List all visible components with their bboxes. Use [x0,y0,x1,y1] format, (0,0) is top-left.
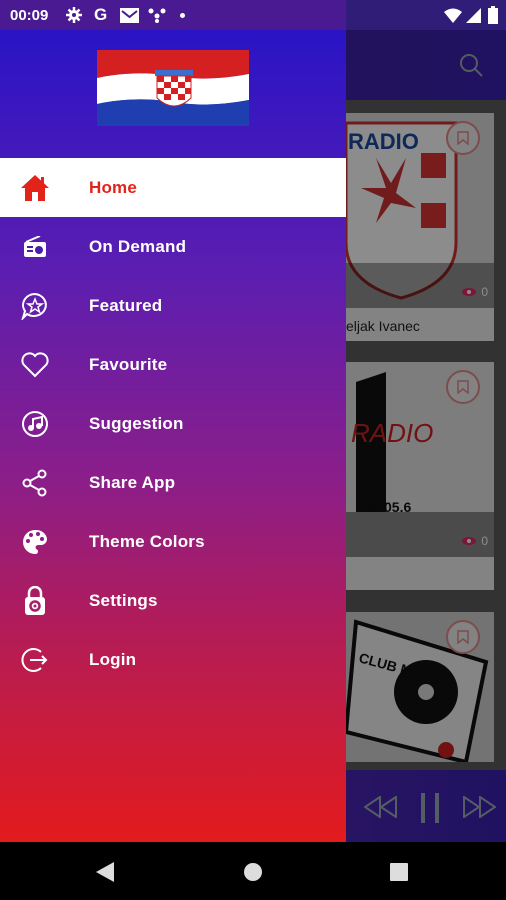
drawer-item-label: Home [89,177,138,197]
drawer-item-label: Featured [89,295,163,315]
drawer-item-settings[interactable]: Settings [0,571,346,630]
gear-lock-icon [20,585,50,616]
recents-icon[interactable] [390,863,408,881]
drawer-item-share-app[interactable]: Share App [0,453,346,512]
star-chat-icon [20,291,50,321]
palette-icon [20,527,50,557]
battery-icon [488,6,498,24]
system-navigation-bar [0,842,506,900]
drawer-item-label: On Demand [89,236,187,256]
music-note-icon [20,409,50,439]
drawer-item-label: Settings [89,590,158,610]
status-bar-right [346,0,506,30]
share-icon [20,468,50,498]
croatian-flag-logo [97,50,249,126]
back-icon[interactable] [96,862,114,882]
drawer-item-featured[interactable]: Featured [0,276,346,335]
drawer-item-label: Theme Colors [89,531,205,551]
drawer-item-label: Favourite [89,354,168,374]
status-time: 00:09 [10,7,49,24]
gear-icon [66,7,82,23]
drawer-item-login[interactable]: Login [0,630,346,689]
heart-icon [20,350,50,380]
drawer-header [0,30,346,158]
mail-icon [120,8,139,23]
drawer-item-on-demand[interactable]: On Demand [0,217,346,276]
radio-icon [20,232,50,262]
login-icon [20,645,50,675]
drawer-item-label: Share App [89,472,176,492]
drawer-item-label: Suggestion [89,413,184,433]
drawer-item-theme-colors[interactable]: Theme Colors [0,512,346,571]
drawer-item-label: Login [89,649,137,669]
drawer-item-favourite[interactable]: Favourite [0,335,346,394]
navigation-drawer: Home On Demand Featured Favourite Sugges… [0,30,346,842]
drawer-item-home[interactable]: Home [0,158,346,217]
home-icon [20,173,50,203]
drawer-item-suggestion[interactable]: Suggestion [0,394,346,453]
dot-icon [180,13,185,18]
home-nav-icon[interactable] [243,862,263,882]
status-bar: 00:09 G [0,0,346,30]
network-icon [148,8,166,23]
signal-icon [466,8,481,23]
wifi-icon [444,8,462,23]
google-icon: G [94,5,108,24]
